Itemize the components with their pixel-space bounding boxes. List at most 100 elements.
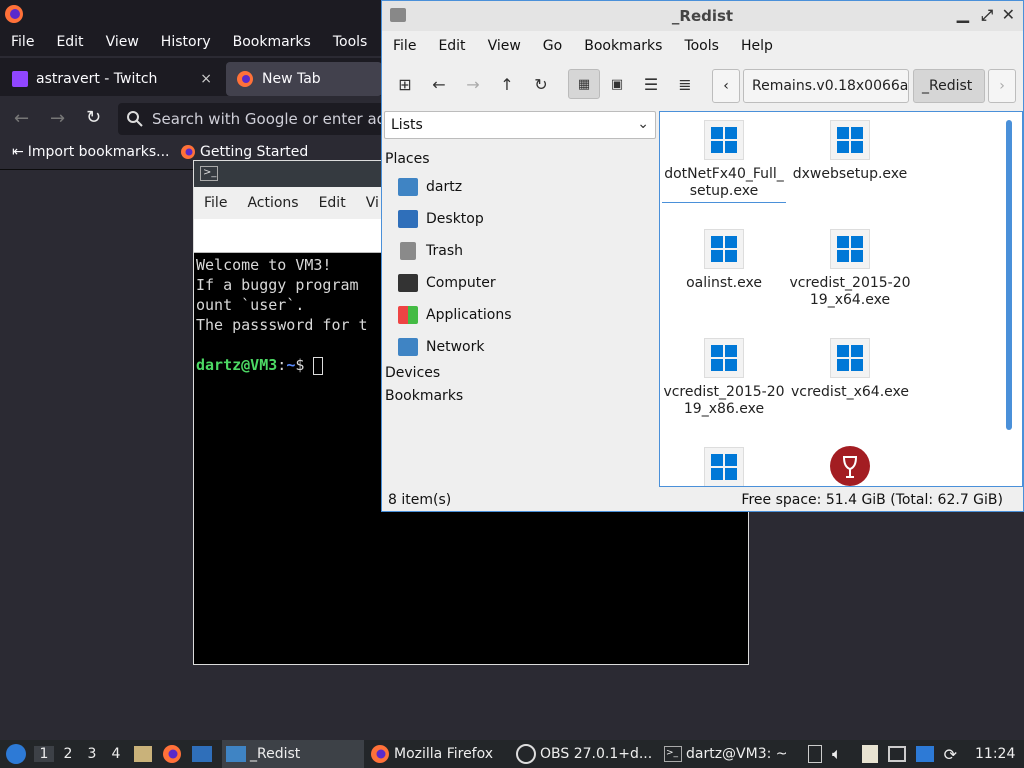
url-bar[interactable]: Search with Google or enter add: [118, 103, 418, 135]
firefox-logo-icon: [5, 5, 23, 23]
minimize-icon[interactable]: ▁: [957, 4, 969, 23]
ff-menu-edit[interactable]: Edit: [45, 34, 94, 50]
computer-icon: [398, 274, 418, 292]
workspace-1[interactable]: 1: [34, 746, 54, 762]
fm-menu-file[interactable]: File: [382, 38, 427, 54]
ff-menu-bookmarks[interactable]: Bookmarks: [222, 34, 322, 50]
fm-menu-help[interactable]: Help: [730, 38, 784, 54]
breadcrumb-current[interactable]: _Redist: [913, 69, 985, 103]
up-icon[interactable]: ↑: [492, 69, 522, 99]
side-pane-mode-select[interactable]: Lists ⌄: [384, 111, 656, 139]
notification-icon[interactable]: [915, 746, 934, 762]
file-item[interactable]: vcredist_2015-2019_x86.exe: [662, 338, 786, 418]
crumb-prev-icon[interactable]: ‹: [712, 69, 740, 103]
ff-menu-history[interactable]: History: [150, 34, 222, 50]
maximize-icon[interactable]: ⤢: [981, 6, 993, 24]
place-computer[interactable]: Computer: [398, 269, 496, 297]
chevron-down-icon: ⌄: [637, 116, 649, 132]
place-label: Network: [426, 339, 485, 355]
back-icon[interactable]: ←: [424, 69, 454, 99]
file-item[interactable]: vcredist_x64.exe: [788, 338, 912, 401]
place-label: dartz: [426, 179, 463, 195]
clock[interactable]: 11:24: [975, 746, 1015, 762]
place-network[interactable]: Network: [398, 333, 484, 361]
reload-icon[interactable]: ↻: [526, 69, 556, 99]
task-obs[interactable]: OBS 27.0.1+d...: [516, 740, 652, 768]
new-tab-icon[interactable]: ⊞: [390, 69, 420, 99]
file-name: vcredist_2015-2019_x86.exe: [663, 384, 785, 417]
tab-close-icon[interactable]: ×: [200, 71, 212, 87]
workspace-2[interactable]: 2: [58, 746, 78, 762]
task-redist[interactable]: _Redist: [222, 740, 364, 768]
place-trash[interactable]: Trash: [398, 237, 463, 265]
ff-menu-file[interactable]: File: [0, 34, 45, 50]
file-item[interactable]: dxwebsetup.exe: [788, 120, 912, 183]
windows-icon: [704, 120, 744, 160]
usb-icon[interactable]: [808, 745, 822, 763]
term-menu-edit[interactable]: Edit: [309, 195, 356, 211]
fm-menu-go[interactable]: Go: [532, 38, 573, 54]
term-menu-file[interactable]: File: [194, 195, 237, 211]
crumb-next-icon[interactable]: ›: [988, 69, 1016, 103]
term-menu-actions[interactable]: Actions: [237, 195, 308, 211]
reload-icon[interactable]: ↻: [86, 107, 101, 128]
tab-label: New Tab: [262, 71, 321, 87]
desktop-launcher-icon[interactable]: [192, 746, 212, 762]
workspace-4[interactable]: 4: [106, 746, 126, 762]
task-firefox[interactable]: Mozilla Firefox: [370, 740, 493, 768]
bookmarks-header[interactable]: Bookmarks: [385, 388, 463, 404]
fm-menu-tools[interactable]: Tools: [673, 38, 730, 54]
task-terminal[interactable]: >_ dartz@VM3: ~: [664, 740, 788, 768]
thumbnail-view-icon[interactable]: ▣: [602, 69, 632, 99]
detail-view-icon[interactable]: ≣: [670, 69, 700, 99]
firefox-launcher-icon[interactable]: [162, 744, 182, 764]
back-arrow-icon[interactable]: ←: [14, 108, 29, 129]
breadcrumb-parent[interactable]: Remains.v0.18x0066a: [743, 69, 909, 103]
fm-menu-view[interactable]: View: [477, 38, 532, 54]
devices-header[interactable]: Devices: [385, 365, 440, 381]
bookmark-import[interactable]: ⇤ Import bookmarks...: [12, 144, 170, 160]
task-label: dartz@VM3: ~: [686, 746, 788, 762]
places-header[interactable]: Places: [385, 151, 430, 167]
network-folder-icon: [398, 338, 418, 356]
ff-menu-view[interactable]: View: [95, 34, 150, 50]
fm-statusbar: 8 item(s) Free space: 51.4 GiB (Total: 6…: [382, 489, 1023, 511]
file-item[interactable]: [788, 445, 912, 486]
network-icon[interactable]: [887, 746, 906, 762]
tab-twitch[interactable]: astravert - Twitch ×: [2, 62, 220, 96]
free-space: Free space: 51.4 GiB (Total: 62.7 GiB): [741, 492, 1003, 508]
fm-menu-bookmarks[interactable]: Bookmarks: [573, 38, 673, 54]
fm-titlebar[interactable]: _Redist ▁ ⤢ ✕: [382, 1, 1023, 31]
fm-scrollbar[interactable]: [1006, 120, 1012, 430]
place-home[interactable]: dartz: [398, 173, 462, 201]
firefox-tab-icon: [237, 71, 253, 87]
prompt-end: $: [295, 356, 314, 374]
side-pane-mode-value: Lists: [391, 117, 423, 133]
place-applications[interactable]: Applications: [398, 301, 512, 329]
files-launcher-icon[interactable]: [134, 746, 152, 762]
file-item[interactable]: dotNetFx40_Full_setup.exe: [662, 120, 786, 203]
clipboard-icon[interactable]: [861, 745, 878, 763]
forward-icon[interactable]: →: [458, 69, 488, 99]
file-item[interactable]: [662, 447, 786, 486]
fm-menu-edit[interactable]: Edit: [427, 38, 476, 54]
file-name: oalinst.exe: [686, 275, 762, 291]
file-item[interactable]: vcredist_2015-2019_x64.exe: [788, 229, 912, 309]
ff-menu-tools[interactable]: Tools: [322, 34, 379, 50]
compact-view-icon[interactable]: ☰: [636, 69, 666, 99]
forward-arrow-icon[interactable]: →: [50, 108, 65, 129]
update-icon[interactable]: ⟳: [944, 745, 957, 764]
file-item[interactable]: oalinst.exe: [662, 229, 786, 292]
tab-new-tab[interactable]: New Tab: [226, 62, 382, 96]
file-manager-window[interactable]: _Redist ▁ ⤢ ✕ File Edit View Go Bookmark…: [381, 0, 1024, 512]
fm-file-view[interactable]: dotNetFx40_Full_setup.exe dxwebsetup.exe…: [659, 111, 1023, 487]
place-label: Trash: [426, 243, 463, 259]
place-desktop[interactable]: Desktop: [398, 205, 484, 233]
bookmark-getting-started[interactable]: Getting Started: [180, 144, 308, 160]
start-menu-button[interactable]: [6, 740, 26, 768]
icon-view-icon[interactable]: ▦: [568, 69, 600, 99]
terminal-task-icon: >_: [664, 746, 682, 762]
close-icon[interactable]: ✕: [1002, 5, 1015, 24]
workspace-3[interactable]: 3: [82, 746, 102, 762]
volume-icon[interactable]: 🔈︎: [832, 744, 842, 764]
